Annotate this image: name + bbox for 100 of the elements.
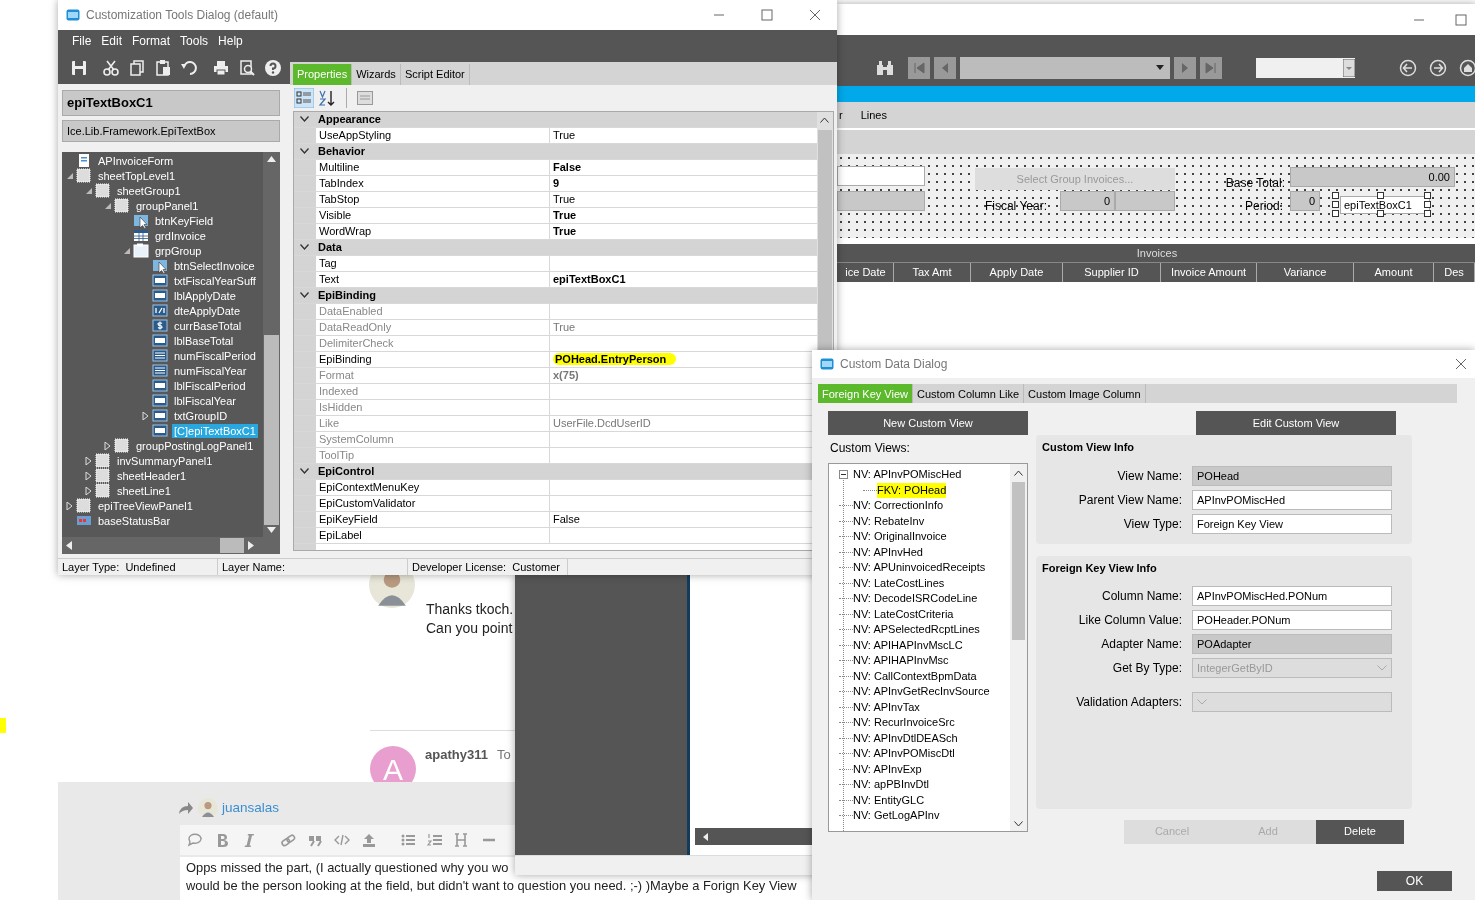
property-value[interactable]: epiTextBoxC1 bbox=[553, 272, 626, 285]
undo-icon[interactable] bbox=[180, 59, 198, 77]
scroll-up-icon[interactable] bbox=[820, 116, 829, 123]
menu-item[interactable]: File bbox=[72, 32, 92, 50]
tree-item[interactable]: NV: APInvPOMiscHed bbox=[853, 467, 962, 483]
sort-icon[interactable] bbox=[318, 88, 336, 107]
tree-item[interactable]: sheetGroup1 bbox=[115, 183, 183, 198]
tree-item[interactable]: NV: APInvPOMiscDtl bbox=[853, 746, 955, 762]
tree-item[interactable]: NV: GetLogAPInv bbox=[853, 808, 940, 824]
numbered-list-icon[interactable] bbox=[427, 832, 443, 848]
tree-item[interactable]: txtGroupID bbox=[172, 408, 230, 423]
property-value[interactable]: x(75) bbox=[553, 368, 579, 381]
collapse-chevron-icon[interactable] bbox=[300, 244, 309, 250]
fiscal-year-field[interactable]: 0 bbox=[1060, 191, 1115, 211]
tree-item[interactable]: currBaseTotal bbox=[172, 318, 244, 333]
menu-item[interactable]: Format bbox=[132, 32, 171, 50]
close-icon[interactable] bbox=[809, 9, 821, 21]
input-field[interactable] bbox=[837, 166, 925, 186]
dropdown-field[interactable] bbox=[1192, 692, 1392, 712]
tree-item[interactable]: APInvoiceForm bbox=[96, 153, 176, 168]
tree-item[interactable]: NV: OriginalInvoice bbox=[853, 529, 947, 545]
collapse-icon[interactable] bbox=[839, 470, 848, 480]
tree-item[interactable]: lblApplyDate bbox=[172, 288, 238, 303]
tree-item[interactable]: NV: APInvDtlDEASch bbox=[853, 730, 958, 746]
record-dropdown[interactable] bbox=[959, 56, 1171, 79]
selected-textbox[interactable]: epiTextBoxC1 bbox=[1340, 196, 1430, 214]
menu-item[interactable]: Help bbox=[218, 32, 243, 50]
tree-item[interactable]: NV: DecodeISRCodeLine bbox=[853, 591, 978, 607]
tree-item[interactable]: sheetLine1 bbox=[115, 483, 173, 498]
tab[interactable]: Custom Column Like bbox=[913, 384, 1025, 403]
tab[interactable]: r bbox=[837, 104, 845, 126]
tree-item[interactable]: sheetHeader1 bbox=[115, 468, 189, 483]
comment-icon[interactable] bbox=[187, 832, 203, 848]
property-value[interactable]: UserFile.DcdUserID bbox=[553, 416, 651, 429]
column-header[interactable]: ice Date bbox=[838, 263, 894, 282]
tree-item[interactable]: grdInvoice bbox=[153, 228, 208, 243]
expand-arrow-icon[interactable] bbox=[142, 411, 150, 420]
link-icon[interactable] bbox=[280, 832, 296, 848]
tree-item[interactable]: NV: CorrectionInfo bbox=[853, 498, 944, 514]
resize-handle[interactable] bbox=[1377, 210, 1384, 217]
expand-arrow-icon[interactable] bbox=[85, 471, 93, 480]
search-icon[interactable] bbox=[876, 59, 894, 76]
home-icon[interactable] bbox=[1459, 58, 1475, 77]
resize-handle[interactable] bbox=[1377, 192, 1384, 199]
scroll-up-icon[interactable] bbox=[1014, 470, 1023, 476]
tree-item[interactable]: NV: APInvTax bbox=[853, 699, 920, 715]
tree-item[interactable]: grpGroup bbox=[153, 243, 204, 258]
input-field[interactable]: POHeader.PONum bbox=[1192, 610, 1392, 630]
tree-item[interactable]: dteApplyDate bbox=[172, 303, 243, 318]
scrollbar-thumb[interactable] bbox=[220, 538, 244, 553]
tab[interactable]: Lines bbox=[858, 104, 889, 126]
tree-item[interactable]: btnKeyField bbox=[153, 213, 216, 228]
code-icon[interactable] bbox=[334, 832, 350, 848]
column-header[interactable]: Tax Amt bbox=[894, 263, 971, 282]
tree-item[interactable]: NV: RecurInvoiceSrc bbox=[853, 715, 955, 731]
tree-item[interactable]: epiTreeViewPanel1 bbox=[96, 498, 195, 513]
column-header[interactable]: Supplier ID bbox=[1063, 263, 1161, 282]
tree-item[interactable]: numFiscalYear bbox=[172, 363, 249, 378]
tree-item[interactable]: NV: APIHAPInvMsc bbox=[853, 653, 949, 669]
forward-icon[interactable] bbox=[1429, 58, 1447, 77]
scroll-left-icon[interactable] bbox=[701, 831, 711, 842]
scrollbar-thumb[interactable] bbox=[818, 129, 832, 350]
tree-item[interactable]: baseStatusBar bbox=[96, 513, 173, 528]
property-value[interactable]: POHead.EntryPerson bbox=[553, 352, 677, 365]
tree-item[interactable]: FKV: POHead bbox=[877, 482, 947, 498]
tree-item[interactable]: txtFiscalYearSuff bbox=[172, 273, 258, 288]
expand-arrow-icon[interactable] bbox=[85, 486, 93, 495]
property-value[interactable]: False bbox=[553, 160, 582, 173]
property-pages-icon[interactable] bbox=[357, 90, 373, 105]
printer-icon[interactable] bbox=[212, 59, 230, 77]
tree-item[interactable]: NV: CallContextBpmData bbox=[853, 668, 977, 684]
tree-item[interactable]: NV: APUninvoicedReceipts bbox=[853, 560, 986, 576]
category-header[interactable]: Appearance bbox=[294, 111, 817, 128]
tree-item[interactable]: NV: apPBInvDtl bbox=[853, 777, 929, 793]
input-field[interactable]: Foreign Key View bbox=[1192, 513, 1392, 534]
expand-arrow-icon[interactable] bbox=[104, 441, 112, 450]
next-button[interactable] bbox=[1174, 56, 1196, 79]
scrollbar-thumb[interactable] bbox=[1012, 482, 1025, 640]
tree-item[interactable]: btnSelectInvoice bbox=[172, 258, 257, 273]
paste-icon[interactable] bbox=[154, 59, 172, 77]
tree-item[interactable]: NV: LateCostCriteria bbox=[853, 606, 954, 622]
heading-icon[interactable] bbox=[454, 832, 470, 848]
input-field[interactable]: APInvPOMiscHed bbox=[1192, 489, 1392, 510]
collapse-chevron-icon[interactable] bbox=[300, 148, 309, 154]
scroll-down-icon[interactable] bbox=[1014, 821, 1023, 827]
maximize-icon[interactable] bbox=[1455, 13, 1467, 26]
input-field[interactable]: POHead bbox=[1192, 465, 1392, 486]
tree-item[interactable]: NV: APInvExp bbox=[853, 761, 922, 777]
tree-item[interactable]: lblFiscalYear bbox=[172, 393, 238, 408]
menu-item[interactable]: Tools bbox=[180, 32, 209, 50]
tree-item[interactable]: groupPanel1 bbox=[134, 198, 201, 213]
new-view-button[interactable]: New Custom View bbox=[828, 411, 1028, 435]
column-header[interactable]: Apply Date bbox=[971, 263, 1063, 282]
column-header[interactable]: Amount bbox=[1354, 263, 1434, 282]
property-value[interactable]: True bbox=[553, 224, 577, 237]
collapse-arrow-icon[interactable] bbox=[85, 186, 93, 195]
base-total-field[interactable]: 0.00 bbox=[1290, 167, 1455, 187]
tree-item[interactable]: invSummaryPanel1 bbox=[115, 453, 215, 468]
collapse-arrow-icon[interactable] bbox=[66, 171, 74, 180]
input-field[interactable] bbox=[837, 191, 925, 211]
